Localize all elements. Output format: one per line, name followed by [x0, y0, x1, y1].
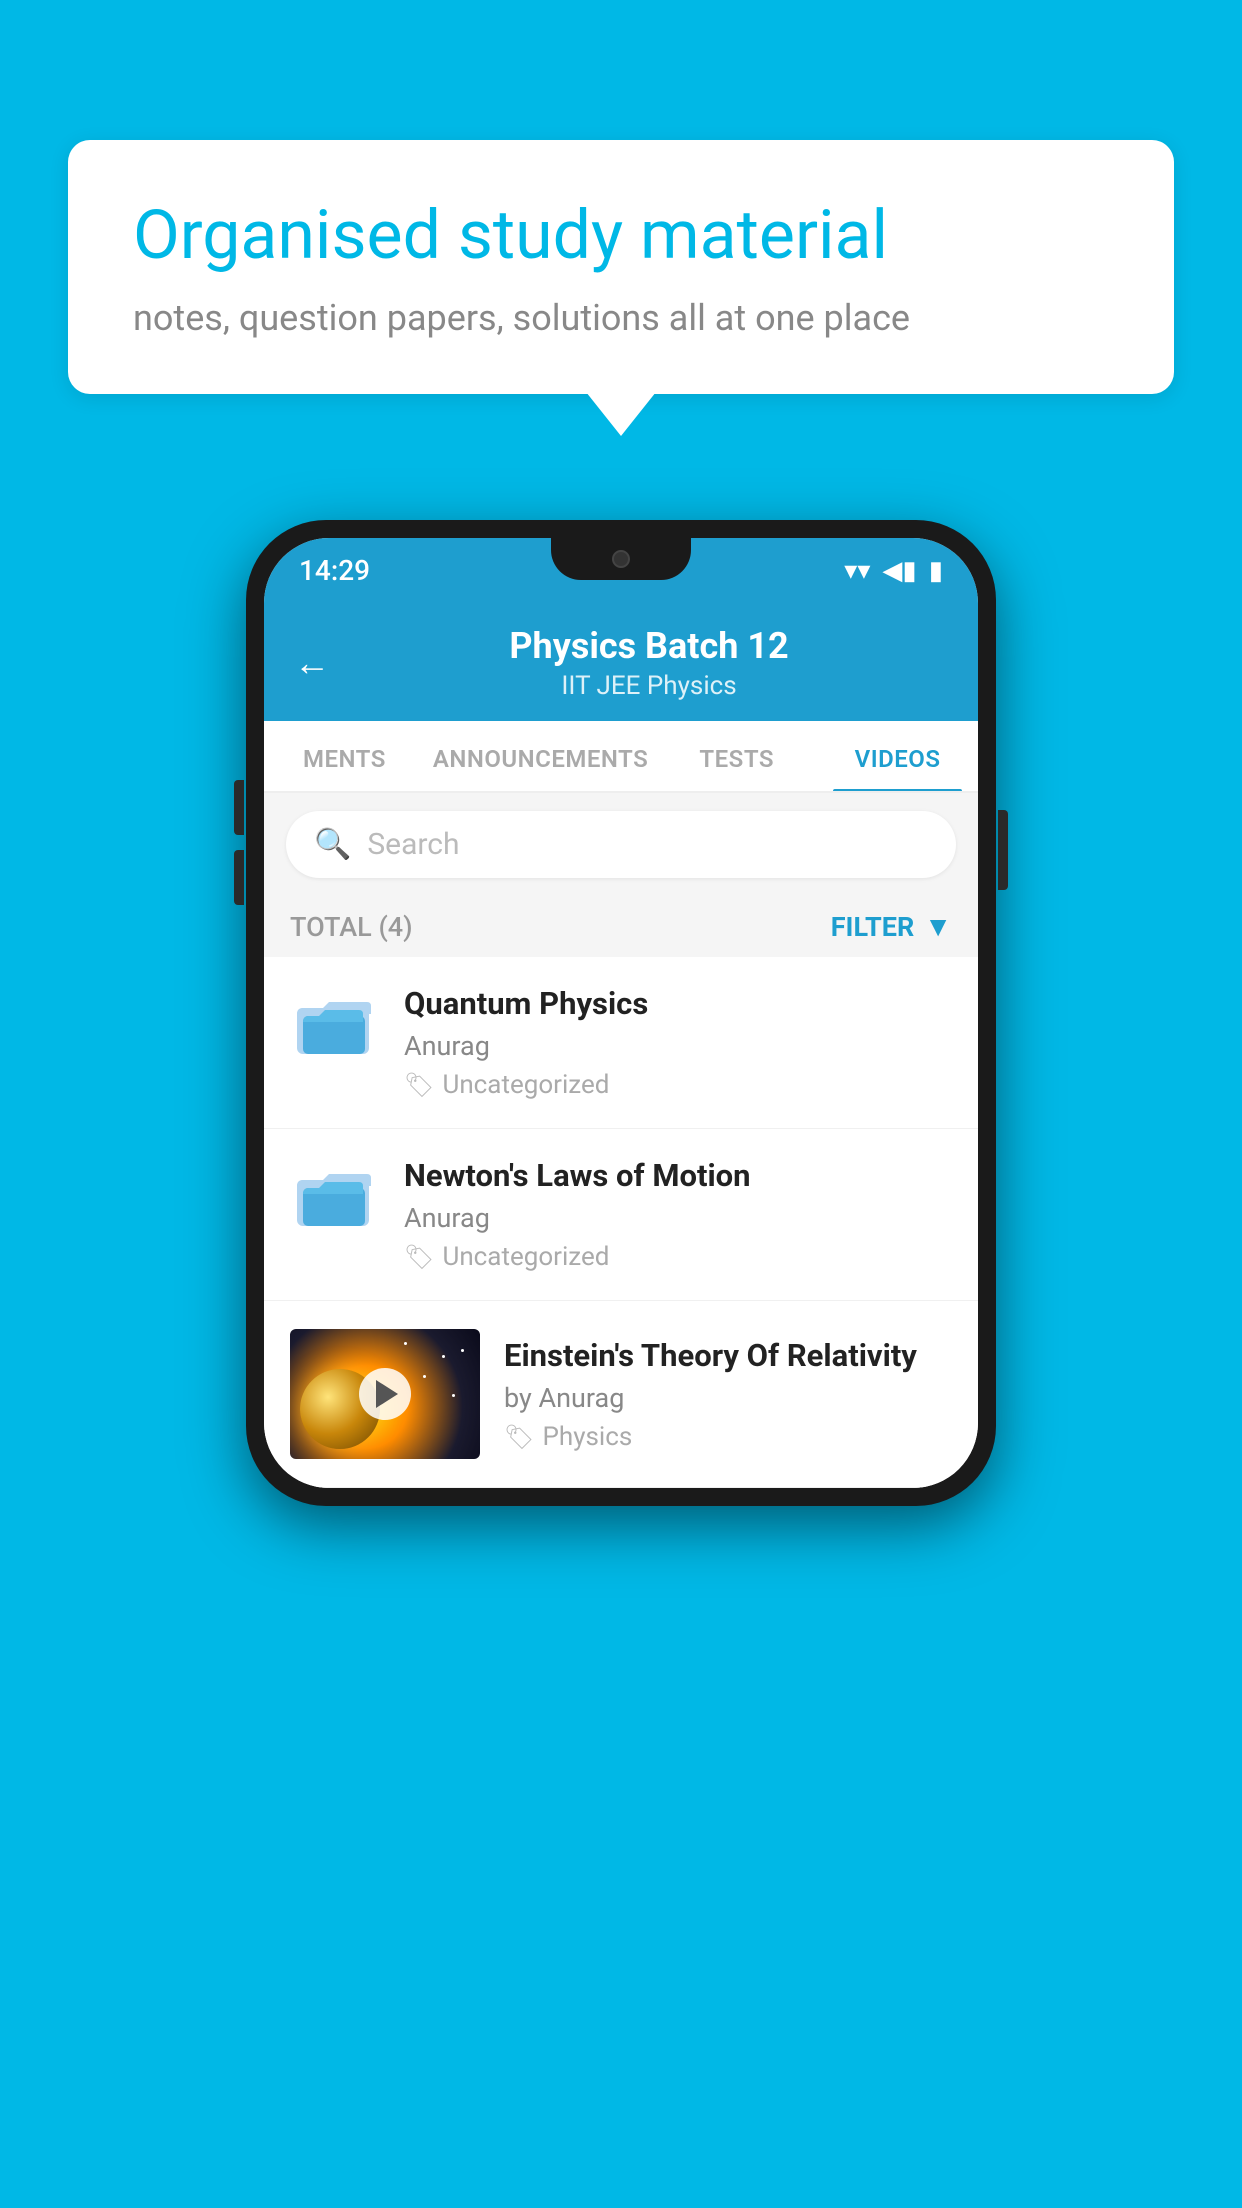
app-header: ← Physics Batch 12 IIT JEE Physics — [264, 603, 978, 721]
play-button[interactable] — [359, 1368, 411, 1420]
bubble-title: Organised study material — [133, 195, 1109, 277]
camera — [612, 550, 630, 568]
header-title: Physics Batch 12 — [350, 625, 948, 667]
tab-announcements[interactable]: ANNOUNCEMENTS — [425, 721, 656, 791]
filter-button[interactable]: FILTER ▼ — [831, 910, 952, 943]
video-title: Einstein's Theory Of Relativity — [504, 1337, 952, 1374]
status-time: 14:29 — [299, 554, 370, 587]
volume-up-button — [234, 780, 244, 835]
tab-tests[interactable]: TESTS — [656, 721, 817, 791]
tag-icon: 🏷 — [404, 1243, 434, 1271]
video-list: Quantum Physics Anurag 🏷 Uncategorized — [264, 957, 978, 1488]
power-button — [998, 810, 1008, 890]
video-title: Newton's Laws of Motion — [404, 1157, 952, 1194]
back-button[interactable]: ← — [294, 642, 330, 684]
tag-icon: 🏷 — [504, 1423, 534, 1451]
video-info: Newton's Laws of Motion Anurag 🏷 Uncateg… — [404, 1157, 952, 1272]
battery-icon: ▮ — [929, 556, 943, 586]
filter-icon: ▼ — [924, 910, 952, 943]
video-tag: 🏷 Uncategorized — [404, 1242, 952, 1272]
filter-row: TOTAL (4) FILTER ▼ — [264, 896, 978, 957]
video-author: by Anurag — [504, 1382, 952, 1414]
video-title: Quantum Physics — [404, 985, 952, 1022]
tag-icon: 🏷 — [404, 1071, 434, 1099]
phone-screen: 14:29 ▾▾ ◀▮ ▮ ← Physics Batch 12 IIT JEE… — [264, 538, 978, 1488]
search-icon: 🔍 — [314, 827, 351, 862]
list-item[interactable]: Newton's Laws of Motion Anurag 🏷 Uncateg… — [264, 1129, 978, 1301]
search-placeholder: Search — [367, 827, 459, 862]
notch — [551, 538, 691, 580]
video-info: Einstein's Theory Of Relativity by Anura… — [504, 1337, 952, 1452]
wifi-icon: ▾▾ — [844, 556, 870, 586]
play-icon — [376, 1380, 398, 1408]
speech-bubble: Organised study material notes, question… — [68, 140, 1174, 394]
video-tag: 🏷 Uncategorized — [404, 1070, 952, 1100]
tab-videos[interactable]: VIDEOS — [817, 721, 978, 791]
status-icons: ▾▾ ◀▮ ▮ — [844, 556, 943, 586]
phone-outer: 14:29 ▾▾ ◀▮ ▮ ← Physics Batch 12 IIT JEE… — [246, 520, 996, 1506]
status-bar: 14:29 ▾▾ ◀▮ ▮ — [264, 538, 978, 603]
folder-icon — [290, 985, 380, 1065]
video-author: Anurag — [404, 1202, 952, 1234]
video-author: Anurag — [404, 1030, 952, 1062]
header-subtitle: IIT JEE Physics — [350, 671, 948, 701]
volume-down-button — [234, 850, 244, 905]
list-item[interactable]: Quantum Physics Anurag 🏷 Uncategorized — [264, 957, 978, 1129]
search-bar[interactable]: 🔍 Search — [286, 811, 956, 878]
video-info: Quantum Physics Anurag 🏷 Uncategorized — [404, 985, 952, 1100]
filter-label: FILTER — [831, 911, 915, 943]
bubble-subtitle: notes, question papers, solutions all at… — [133, 297, 1109, 339]
video-tag: 🏷 Physics — [504, 1422, 952, 1452]
total-count: TOTAL (4) — [290, 911, 413, 943]
list-item[interactable]: Einstein's Theory Of Relativity by Anura… — [264, 1301, 978, 1488]
header-title-block: Physics Batch 12 IIT JEE Physics — [350, 625, 948, 701]
tabs-bar: MENTS ANNOUNCEMENTS TESTS VIDEOS — [264, 721, 978, 793]
tab-ments[interactable]: MENTS — [264, 721, 425, 791]
speech-bubble-container: Organised study material notes, question… — [68, 140, 1174, 394]
video-thumbnail — [290, 1329, 480, 1459]
signal-icon: ◀▮ — [882, 556, 916, 586]
folder-icon — [290, 1157, 380, 1237]
search-container: 🔍 Search — [264, 793, 978, 896]
phone-mockup: 14:29 ▾▾ ◀▮ ▮ ← Physics Batch 12 IIT JEE… — [246, 520, 996, 1506]
